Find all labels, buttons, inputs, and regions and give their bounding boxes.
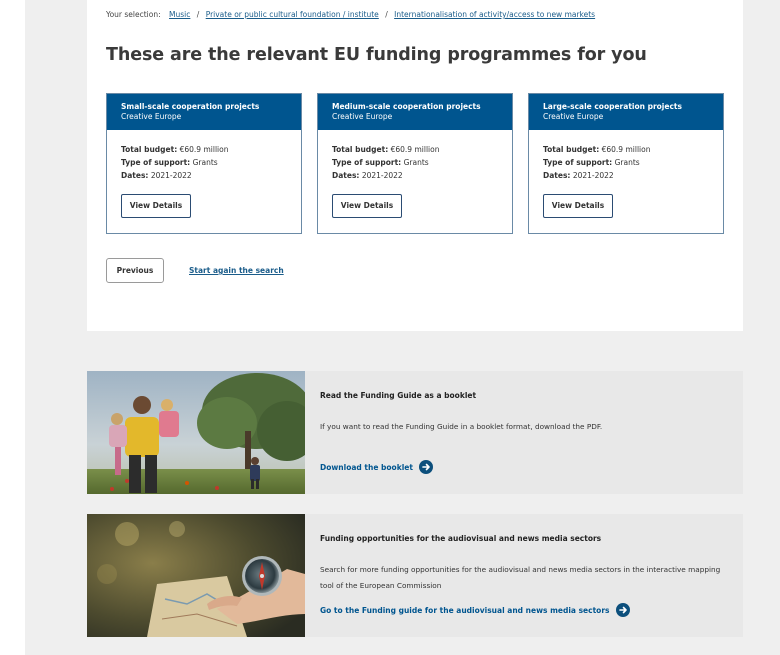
breadcrumb-link-music[interactable]: Music [169, 10, 190, 19]
programme-card-header: Medium-scale cooperation projects Creati… [318, 94, 512, 130]
support-value: Grants [403, 158, 429, 167]
breadcrumb-separator: / [385, 10, 388, 19]
dates-value: 2021-2022 [361, 171, 403, 180]
budget-value: €60.9 million [601, 145, 651, 154]
hand-compass-map-photo [87, 514, 305, 637]
audiovisual-guide-link[interactable]: Go to the Funding guide for the audiovis… [320, 603, 630, 617]
programme-subtitle: Creative Europe [121, 112, 182, 121]
dates-value: 2021-2022 [572, 171, 614, 180]
support-value: Grants [192, 158, 218, 167]
breadcrumb-link-objective[interactable]: Internationalisation of activity/access … [394, 10, 595, 19]
view-details-button[interactable]: View Details [543, 194, 613, 218]
family-walking-field-photo [87, 371, 305, 494]
budget-label: Total budget: [121, 145, 178, 154]
programme-details: Total budget: €60.9 million Type of supp… [107, 130, 301, 182]
start-again-link[interactable]: Start again the search [189, 266, 284, 275]
promo-audiovisual: Funding opportunities for the audiovisua… [87, 514, 743, 637]
programme-card-medium: Medium-scale cooperation projects Creati… [317, 93, 513, 234]
programme-title: Medium-scale cooperation projects [332, 102, 481, 111]
promo-link-label: Download the booklet [320, 462, 413, 472]
dates-value: 2021-2022 [150, 171, 192, 180]
programme-subtitle: Creative Europe [543, 112, 604, 121]
breadcrumb-link-organisation[interactable]: Private or public cultural foundation / … [206, 10, 379, 19]
programme-card-header: Large-scale cooperation projects Creativ… [529, 94, 723, 130]
view-details-button[interactable]: View Details [121, 194, 191, 218]
programme-details: Total budget: €60.9 million Type of supp… [529, 130, 723, 182]
support-label: Type of support: [332, 158, 402, 167]
promo-description: If you want to read the Funding Guide in… [320, 422, 603, 431]
budget-label: Total budget: [543, 145, 600, 154]
dates-label: Dates: [332, 171, 360, 180]
download-booklet-link[interactable]: Download the booklet [320, 460, 433, 474]
budget-label: Total budget: [332, 145, 389, 154]
programme-card-header: Small-scale cooperation projects Creativ… [107, 94, 301, 130]
promo-title: Read the Funding Guide as a booklet [320, 391, 477, 400]
budget-value: €60.9 million [179, 145, 229, 154]
previous-button[interactable]: Previous [106, 258, 164, 283]
programme-card-large: Large-scale cooperation projects Creativ… [528, 93, 724, 234]
dates-label: Dates: [543, 171, 571, 180]
dates-label: Dates: [121, 171, 149, 180]
view-details-button[interactable]: View Details [332, 194, 402, 218]
programme-title: Small-scale cooperation projects [121, 102, 260, 111]
promo-booklet: Read the Funding Guide as a booklet If y… [87, 371, 743, 494]
programme-details: Total budget: €60.9 million Type of supp… [318, 130, 512, 182]
support-label: Type of support: [121, 158, 191, 167]
support-value: Grants [614, 158, 640, 167]
programme-card-small: Small-scale cooperation projects Creativ… [106, 93, 302, 234]
promo-link-label: Go to the Funding guide for the audiovis… [320, 605, 610, 615]
page-title: These are the relevant EU funding progra… [106, 45, 647, 65]
support-label: Type of support: [543, 158, 613, 167]
arrow-right-circle-icon [418, 460, 433, 474]
breadcrumb-prefix: Your selection: [106, 10, 161, 19]
programme-title: Large-scale cooperation projects [543, 102, 682, 111]
programme-subtitle: Creative Europe [332, 112, 393, 121]
promo-description: Search for more funding opportunities fo… [320, 565, 721, 590]
promo-title: Funding opportunities for the audiovisua… [320, 534, 602, 543]
arrow-right-circle-icon [615, 603, 630, 617]
budget-value: €60.9 million [390, 145, 440, 154]
breadcrumb-separator: / [196, 10, 200, 19]
breadcrumb: Your selection: Music / Private or publi… [106, 10, 595, 19]
